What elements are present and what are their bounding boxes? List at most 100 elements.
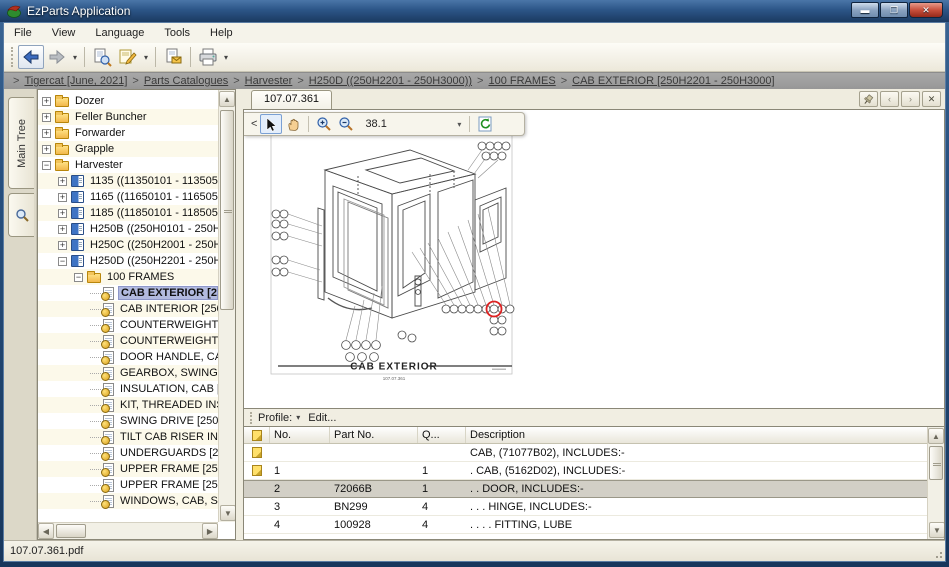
menu-help[interactable]: Help (200, 25, 243, 41)
tree-item[interactable]: SWING DRIVE [250H2 (38, 413, 218, 429)
forward-button[interactable] (44, 45, 70, 69)
history-dropdown-caret[interactable]: ▾ (70, 53, 80, 62)
tree-item[interactable]: GEARBOX, SWING DR (38, 365, 218, 381)
panel-splitter[interactable] (236, 89, 243, 540)
scroll-left-button[interactable]: ◀ (38, 523, 54, 539)
zoom-level-combo[interactable]: 38.1 ▾ (361, 115, 465, 133)
close-button[interactable]: ✕ (909, 2, 943, 18)
breadcrumb-link[interactable]: 100 FRAMES (488, 75, 555, 87)
tree-item[interactable]: UNDERGUARDS [250 (38, 445, 218, 461)
select-tool-button[interactable] (260, 114, 282, 134)
tree-item[interactable]: UPPER FRAME [250H (38, 477, 218, 493)
parts-diagram[interactable]: CAB EXTERIOR 107.07.361 (270, 130, 518, 392)
print-button[interactable] (195, 45, 221, 69)
close-tab-button[interactable]: ✕ (922, 91, 941, 107)
tree-expander-plus[interactable]: + (42, 97, 51, 106)
breadcrumb-link[interactable]: Parts Catalogues (144, 75, 228, 87)
tree-expander-plus[interactable]: + (42, 113, 51, 122)
scroll-up-button[interactable]: ▲ (219, 91, 235, 107)
resize-grip[interactable] (933, 549, 943, 559)
table-row[interactable]: CAB, (71077B02), INCLUDES:- (244, 444, 927, 462)
tree-hscroll-thumb[interactable] (56, 524, 86, 538)
breadcrumb-link[interactable]: H250D ((250H2201 - 250H3000)) (309, 75, 472, 87)
tree-item[interactable]: TILT CAB RISER INST (38, 429, 218, 445)
tree-item[interactable]: +Dozer (38, 93, 218, 109)
back-button[interactable] (18, 45, 44, 69)
next-tab-button[interactable]: › (901, 91, 920, 107)
tree-expander-minus[interactable]: − (42, 161, 51, 170)
document-tab[interactable]: 107.07.361 (251, 90, 332, 109)
tree-expander-plus[interactable]: + (42, 129, 51, 138)
table-row[interactable]: 272066B1. . DOOR, INCLUDES:- (244, 480, 927, 498)
tree-expander-plus[interactable]: + (58, 177, 67, 186)
pin-button[interactable] (859, 91, 878, 107)
tree-item[interactable]: − H250D ((250H2201 - 250H3 (38, 253, 218, 269)
refresh-view-button[interactable] (474, 114, 496, 134)
menu-tools[interactable]: Tools (154, 25, 200, 41)
breadcrumb-link[interactable]: CAB EXTERIOR [250H2201 - 250H3000] (572, 75, 774, 87)
tree-item[interactable]: WINDOWS, CAB, SLI (38, 493, 218, 509)
tree-expander-minus[interactable]: − (74, 273, 83, 282)
collapse-toolbar-icon[interactable]: < (248, 118, 260, 130)
tab-search[interactable] (8, 193, 34, 237)
tree-item[interactable]: +Feller Buncher (38, 109, 218, 125)
tree-item-label: H250D ((250H2201 - 250H3 (88, 255, 218, 267)
prev-tab-button[interactable]: ‹ (880, 91, 899, 107)
tab-main-tree[interactable]: Main Tree (8, 97, 34, 189)
table-vertical-scrollbar[interactable]: ▲ ▼ (927, 427, 944, 539)
cell-part-no: BN299 (330, 500, 418, 514)
maximize-button[interactable]: ❐ (880, 2, 908, 18)
tree-expander-plus[interactable]: + (58, 241, 67, 250)
tree-item[interactable]: UPPER FRAME [250H (38, 461, 218, 477)
tree-item[interactable]: COUNTERWEIGHT 6 (38, 333, 218, 349)
print-dropdown-caret[interactable]: ▾ (221, 53, 231, 62)
menu-view[interactable]: View (42, 25, 86, 41)
tree-item[interactable]: +Grapple (38, 141, 218, 157)
report-button[interactable] (160, 45, 186, 69)
tree-item[interactable]: CAB INTERIOR [250H (38, 301, 218, 317)
tree-item[interactable]: +1185 ((11850101 - 1185050 (38, 205, 218, 221)
edit-link-button[interactable] (115, 45, 141, 69)
tree-expander-plus[interactable]: + (58, 209, 67, 218)
tree-item[interactable]: −100 FRAMES (38, 269, 218, 285)
tree-item[interactable]: KIT, THREADED INSE (38, 397, 218, 413)
table-scroll-thumb[interactable] (929, 446, 943, 480)
tree-item[interactable]: INSULATION, CAB [2 (38, 381, 218, 397)
profile-dropdown-caret[interactable]: ▾ (296, 413, 300, 422)
tree-vertical-scrollbar[interactable]: ▲ ▼ (218, 90, 235, 522)
breadcrumb-link[interactable]: Harvester (245, 75, 293, 87)
tree-expander-plus[interactable]: + (42, 145, 51, 154)
table-row[interactable]: 11. CAB, (5162D02), INCLUDES:- (244, 462, 927, 480)
tree-scroll-thumb[interactable] (220, 110, 234, 310)
tree-item[interactable]: +1165 ((11650101 - 1165050 (38, 189, 218, 205)
menu-language[interactable]: Language (85, 25, 154, 41)
scroll-down-button[interactable]: ▼ (220, 505, 236, 521)
zoom-out-button[interactable] (335, 114, 357, 134)
tree-expander-plus[interactable]: + (58, 225, 67, 234)
profile-edit-button[interactable]: Edit... (308, 412, 336, 424)
pan-tool-button[interactable] (282, 114, 304, 134)
tree-horizontal-scrollbar[interactable]: ◀ ▶ (38, 522, 218, 539)
search-parts-button[interactable] (89, 45, 115, 69)
tree-item[interactable]: −Harvester (38, 157, 218, 173)
minimize-button[interactable]: ▬ (851, 2, 879, 18)
edit-dropdown-caret[interactable]: ▾ (141, 53, 151, 62)
tree-item[interactable]: +H250C ((250H2001 - 250H2 (38, 237, 218, 253)
menu-file[interactable]: File (4, 25, 42, 41)
tree-item[interactable]: +Forwarder (38, 125, 218, 141)
tree-expander-minus[interactable]: − (58, 257, 67, 266)
diagram-viewer[interactable]: < (243, 109, 945, 408)
tree-item[interactable]: +H250B ((250H0101 - 250H2 (38, 221, 218, 237)
tree-item[interactable]: COUNTERWEIGHT 10 (38, 317, 218, 333)
tree-item[interactable]: +1135 ((11350101 - 1135050 (38, 173, 218, 189)
table-row[interactable]: 41009284. . . . FITTING, LUBE (244, 516, 927, 534)
breadcrumb-link[interactable]: Tigercat [June, 2021] (24, 75, 127, 87)
tree-expander-plus[interactable]: + (58, 193, 67, 202)
tree-item[interactable]: CAB EXTERIOR [2 (38, 285, 218, 301)
zoom-in-button[interactable] (313, 114, 335, 134)
scroll-right-button[interactable]: ▶ (202, 523, 218, 539)
table-row[interactable]: 3BN2994. . . HINGE, INCLUDES:- (244, 498, 927, 516)
tree-item[interactable]: DOOR HANDLE, CAB (38, 349, 218, 365)
table-scroll-up-button[interactable]: ▲ (928, 428, 944, 444)
table-scroll-down-button[interactable]: ▼ (929, 522, 945, 538)
